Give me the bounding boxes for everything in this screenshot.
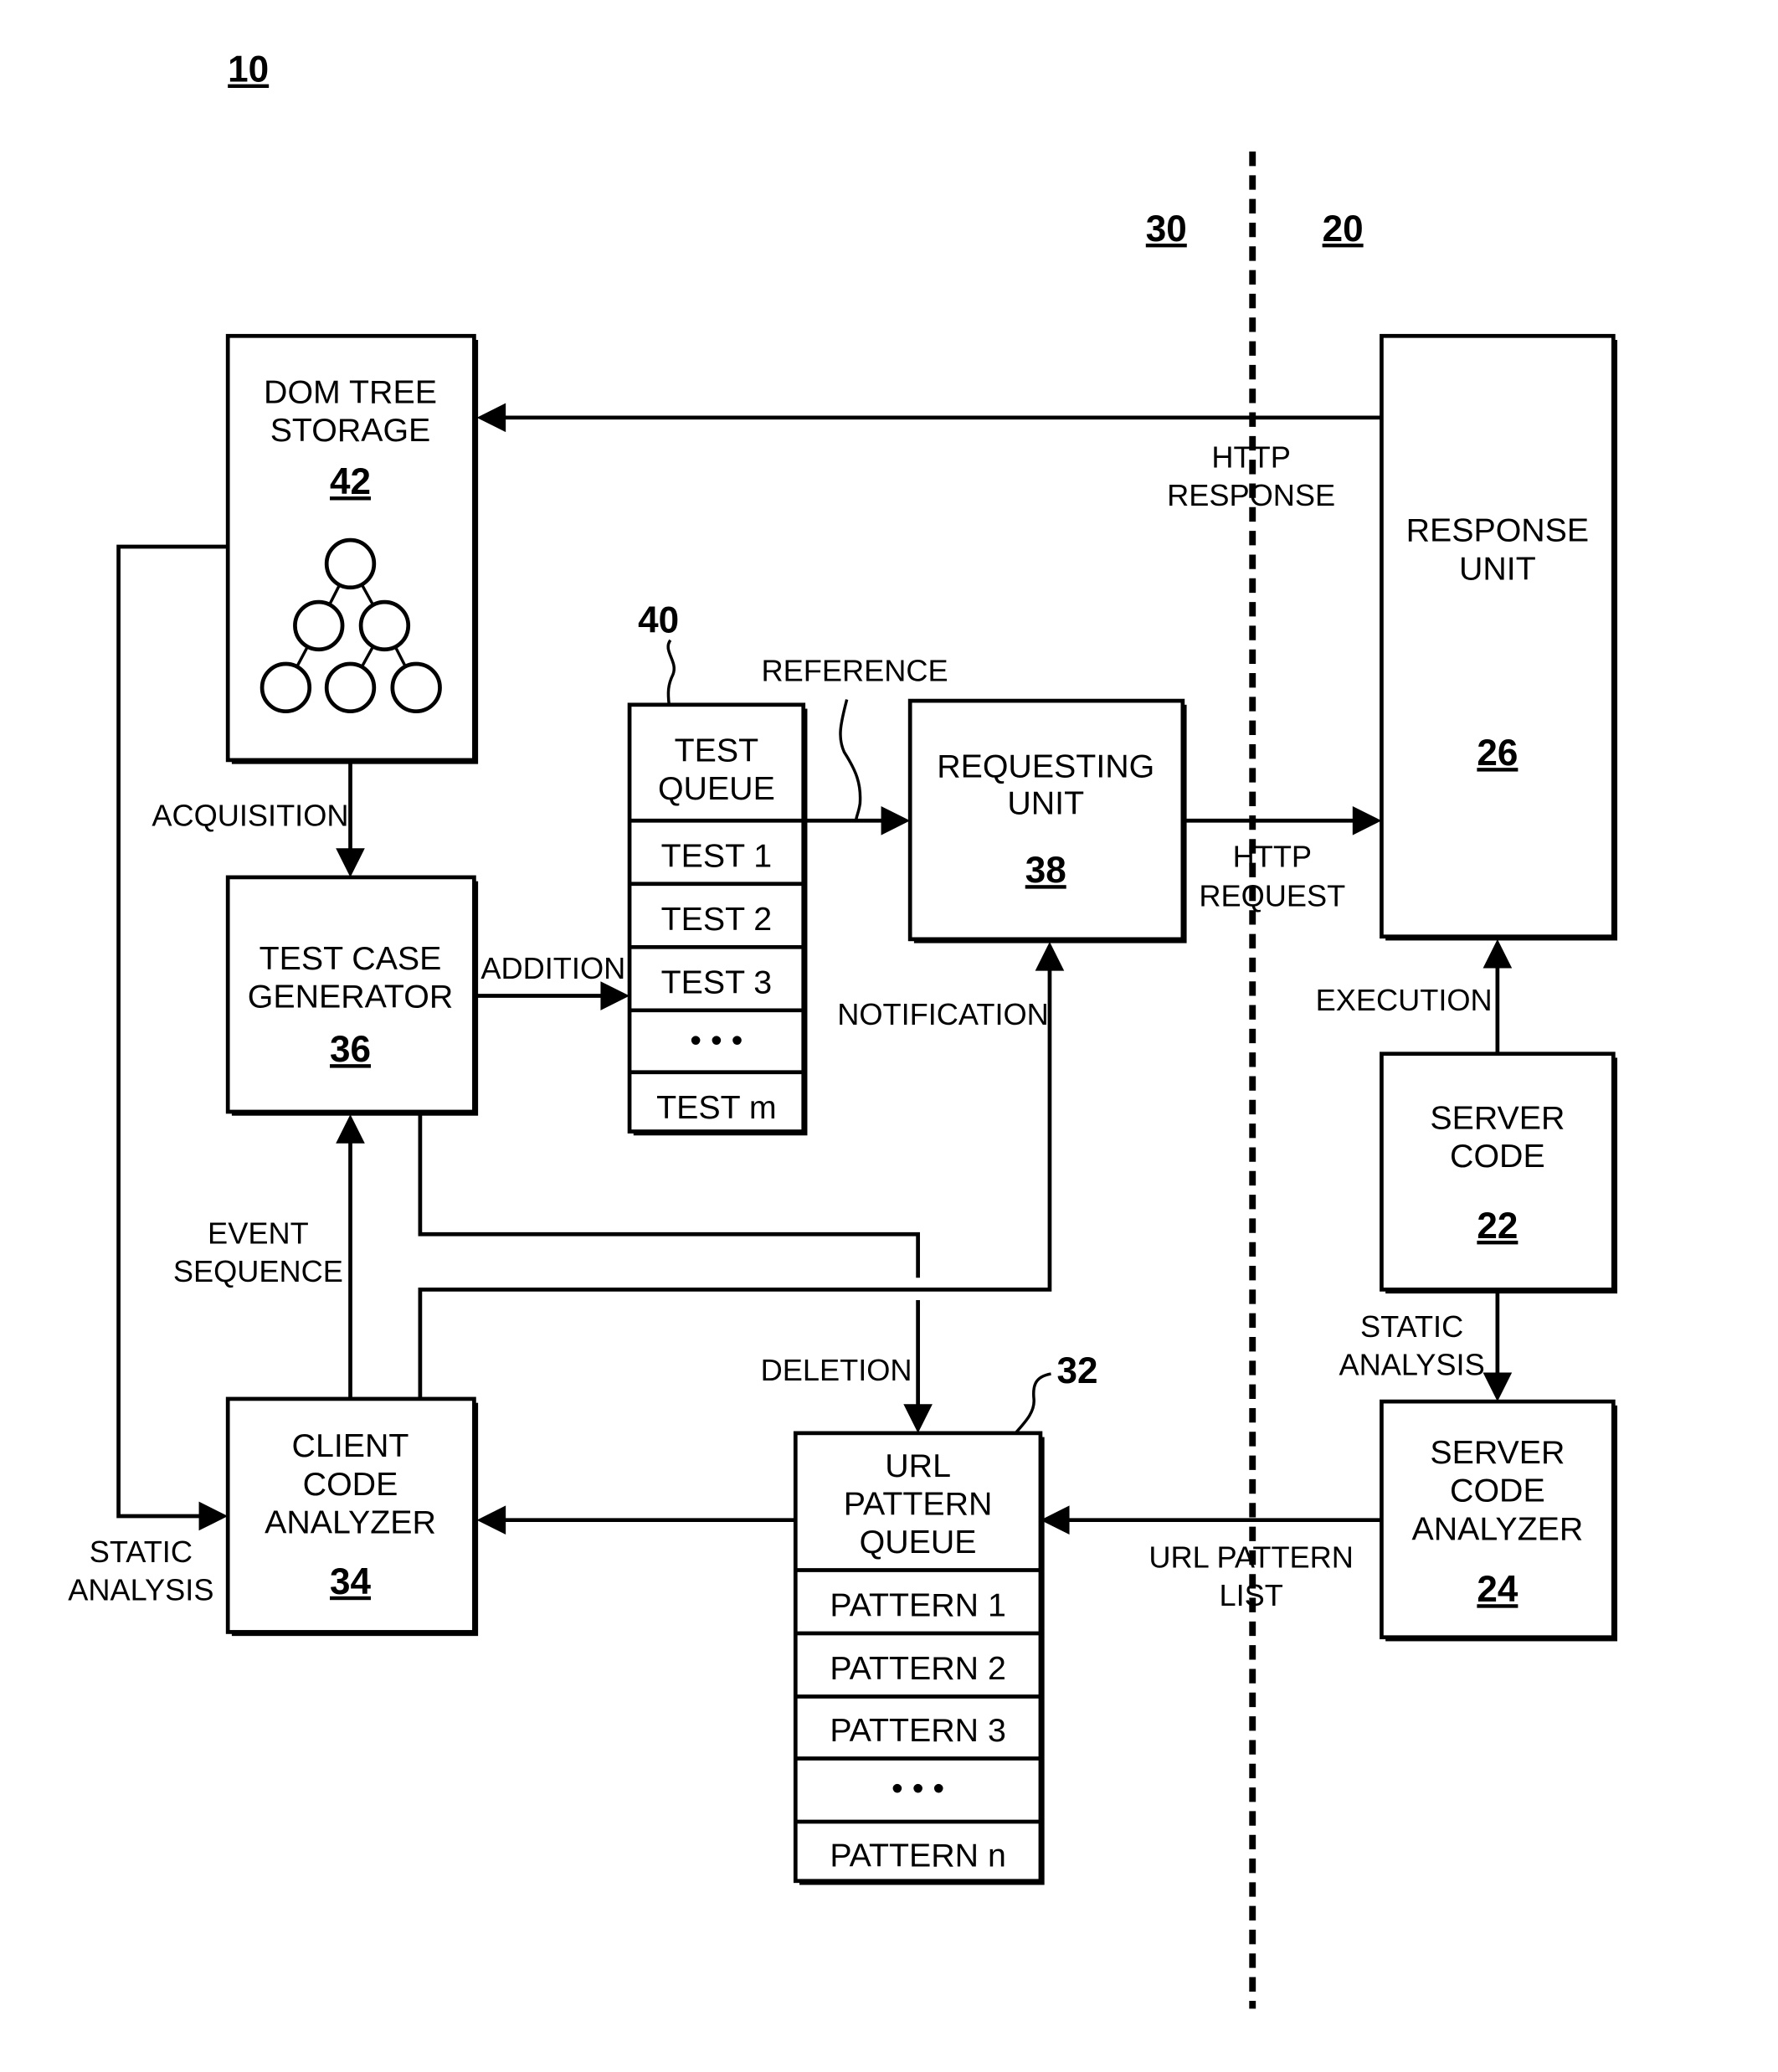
reference-label: REFERENCE <box>762 653 948 687</box>
url-pattern-queue-line-2: PATTERN <box>844 1485 993 1522</box>
static-analysis-server-arrow <box>1483 1289 1513 1402</box>
http-response-label-2: RESPONSE <box>1167 478 1335 512</box>
static-analysis-server-label-1: STATIC <box>1360 1309 1463 1344</box>
deletion-label: DELETION <box>761 1353 912 1387</box>
test-queue-item: TEST 2 <box>661 901 773 938</box>
test-queue-item: TEST m <box>656 1089 777 1126</box>
client-code-analyzer-line-1: CLIENT <box>292 1427 409 1464</box>
event-sequence-label-1: EVENT <box>208 1216 309 1250</box>
url-pattern-item: PATTERN 1 <box>830 1587 1006 1624</box>
static-analysis-client-arrow <box>116 544 229 1531</box>
system-diagram: 10 30 20 DOM TREE STORAGE 42 RESPONSE UN… <box>68 49 1618 2009</box>
static-analysis-client-label-2: ANALYSIS <box>68 1573 213 1607</box>
response-unit-block: RESPONSE UNIT 26 <box>1380 333 1618 941</box>
url-pattern-queue-leader-line <box>1014 1372 1051 1434</box>
test-case-generator-line-1: TEST CASE <box>260 940 442 977</box>
client-side-ref-30: 30 <box>1146 208 1187 249</box>
figure-ref-10: 10 <box>228 49 269 90</box>
test-queue-line-2: QUEUE <box>658 770 775 807</box>
requesting-unit-ref: 38 <box>1025 850 1066 891</box>
url-pattern-list-arrow <box>1040 1505 1382 1535</box>
static-analysis-client-label-1: STATIC <box>90 1535 193 1569</box>
test-queue-leader-line <box>666 639 676 705</box>
client-code-analyzer-line-3: ANALYZER <box>265 1504 436 1540</box>
http-request-label-2: REQUEST <box>1199 879 1345 913</box>
test-queue-item: TEST 3 <box>661 964 773 1000</box>
url-pattern-list-label-1: URL PATTERN <box>1149 1540 1354 1574</box>
client-code-analyzer-line-2: CODE <box>303 1466 398 1503</box>
response-unit-ref: 26 <box>1477 733 1518 774</box>
dom-tree-storage-line-1: DOM TREE <box>264 374 437 411</box>
test-queue-line-1: TEST <box>675 732 759 769</box>
response-unit-line-1: RESPONSE <box>1406 512 1590 549</box>
test-queue-ref: 40 <box>638 599 679 640</box>
dom-tree-storage-block: DOM TREE STORAGE 42 <box>225 333 479 764</box>
url-pattern-item: PATTERN n <box>830 1837 1006 1874</box>
server-code-analyzer-block: SERVER CODE ANALYZER 24 <box>1380 1399 1618 1642</box>
url-pattern-queue-ref: 32 <box>1056 1350 1097 1391</box>
static-analysis-server-label-2: ANALYSIS <box>1339 1348 1484 1382</box>
dom-tree-storage-ref: 42 <box>330 461 371 502</box>
http-response-arrow <box>476 403 1382 433</box>
requesting-unit-line-1: REQUESTING <box>937 748 1154 784</box>
reference-arrow <box>803 699 911 835</box>
http-request-arrow <box>1182 805 1382 835</box>
http-request-label-1: HTTP <box>1233 839 1312 873</box>
client-code-analyzer-block: CLIENT CODE ANALYZER 34 <box>225 1396 479 1637</box>
server-code-analyzer-line-3: ANALYZER <box>1412 1510 1584 1547</box>
requesting-unit-block: REQUESTING UNIT 38 <box>907 698 1187 943</box>
client-code-analyzer-ref: 34 <box>330 1561 371 1602</box>
test-queue-item: TEST 1 <box>661 837 773 874</box>
acquisition-label: ACQUISITION <box>152 799 348 833</box>
requesting-unit-line-2: UNIT <box>1007 784 1084 821</box>
url-pattern-to-client-analyzer-arrow <box>476 1505 796 1535</box>
server-code-analyzer-line-2: CODE <box>1450 1473 1545 1509</box>
test-case-generator-line-2: GENERATOR <box>248 979 453 1015</box>
server-code-line-1: SERVER <box>1430 1099 1565 1136</box>
execution-label: EXECUTION <box>1316 983 1493 1017</box>
server-code-block: SERVER CODE 22 <box>1380 1051 1618 1294</box>
url-pattern-queue-line-3: QUEUE <box>860 1524 977 1560</box>
url-pattern-queue-block: URL PATTERN QUEUE PATTERN 1 PATTERN 2 PA… <box>793 1350 1097 1885</box>
url-pattern-item: • • • <box>892 1770 944 1807</box>
url-pattern-queue-line-1: URL <box>885 1447 951 1484</box>
event-sequence-label-2: SEQUENCE <box>173 1254 343 1288</box>
url-pattern-item: PATTERN 3 <box>830 1712 1006 1749</box>
dom-tree-storage-line-2: STORAGE <box>270 412 431 449</box>
server-code-line-2: CODE <box>1450 1138 1545 1175</box>
test-queue-item: • • • <box>690 1022 743 1059</box>
server-side-ref-20: 20 <box>1323 208 1364 249</box>
url-pattern-list-label-2: LIST <box>1219 1578 1282 1612</box>
server-code-ref: 22 <box>1477 1206 1518 1247</box>
notification-label: NOTIFICATION <box>837 997 1049 1031</box>
url-pattern-item: PATTERN 2 <box>830 1650 1006 1687</box>
test-case-generator-ref: 36 <box>330 1029 371 1070</box>
http-response-label-1: HTTP <box>1211 440 1290 475</box>
server-code-analyzer-ref: 24 <box>1477 1569 1518 1610</box>
addition-arrow <box>474 981 630 1010</box>
response-unit-line-2: UNIT <box>1459 550 1536 587</box>
server-code-analyzer-line-1: SERVER <box>1430 1434 1565 1471</box>
addition-label: ADDITION <box>480 951 625 985</box>
test-case-generator-block: TEST CASE GENERATOR 36 <box>225 875 479 1116</box>
